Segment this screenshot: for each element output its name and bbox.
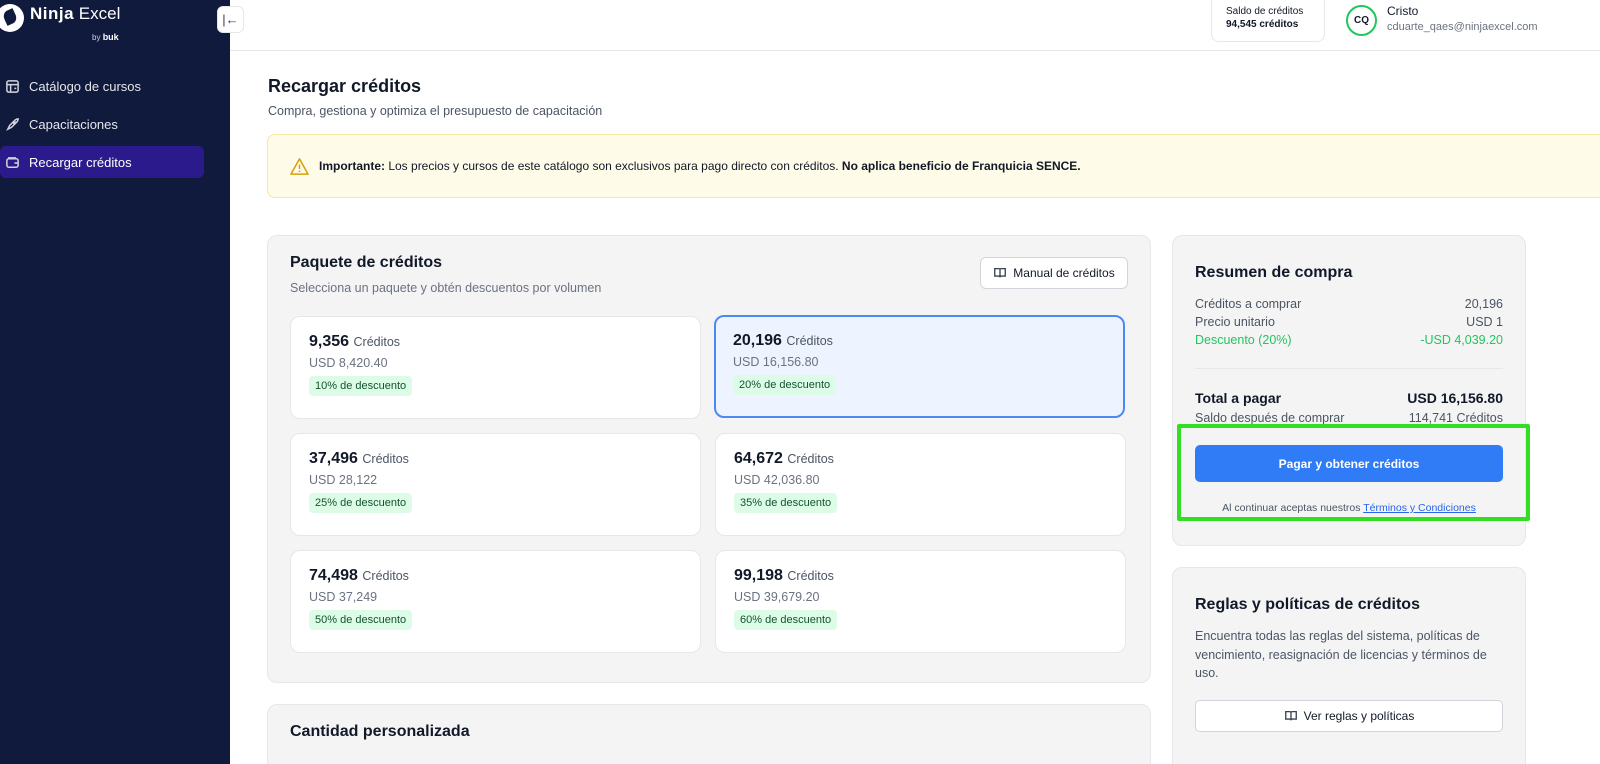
wallet-icon <box>4 154 20 170</box>
package-card[interactable]: 9,356 Créditos USD 8,420.40 10% de descu… <box>290 316 701 419</box>
rocket-icon <box>4 116 20 132</box>
user-name: Cristo <box>1387 4 1419 18</box>
sidebar-item-recargar[interactable]: Recargar créditos <box>0 146 204 178</box>
alert-text: Importante: Los precios y cursos de este… <box>319 159 1081 173</box>
discount-badge: 20% de descuento <box>733 375 837 395</box>
summary-title: Resumen de compra <box>1195 264 1353 281</box>
topbar: Saldo de créditos 94,545 créditos CQ Cri… <box>230 0 1600 51</box>
package-amount: 37,496 Créditos <box>309 450 409 467</box>
package-price: USD 37,249 <box>309 590 378 604</box>
rules-title: Reglas y políticas de créditos <box>1195 596 1420 613</box>
terms-notice: Al continuar aceptas nuestros Términos y… <box>1222 502 1476 514</box>
packages-title: Paquete de créditos <box>290 254 443 271</box>
avatar[interactable]: CQ <box>1346 5 1377 36</box>
balance-label: Saldo de créditos <box>1226 6 1304 17</box>
ninja-logo-icon <box>0 4 24 32</box>
custom-amount-panel: Cantidad personalizada <box>267 704 1151 764</box>
terms-link[interactable]: Términos y Condiciones <box>1363 502 1476 514</box>
rules-button-label: Ver reglas y políticas <box>1303 709 1415 723</box>
summary-row-unit-price: Precio unitario USD 1 <box>1195 315 1503 329</box>
summary-divider <box>1195 368 1503 369</box>
page-subtitle: Compra, gestiona y optimiza el presupues… <box>268 104 603 118</box>
collapse-icon: |← <box>222 12 239 27</box>
brand-name: Ninja Excel <box>30 4 121 23</box>
package-card[interactable]: 37,496 Créditos USD 28,122 25% de descue… <box>290 433 701 536</box>
package-amount: 9,356 Créditos <box>309 333 401 350</box>
package-card-selected[interactable]: 20,196 Créditos USD 16,156.80 20% de des… <box>714 315 1125 418</box>
credit-packages-panel: Paquete de créditos Selecciona un paquet… <box>267 235 1151 683</box>
package-amount: 99,198 Créditos <box>734 567 834 584</box>
package-price: USD 28,122 <box>309 473 378 487</box>
rules-description: Encuentra todas las reglas del sistema, … <box>1195 629 1487 680</box>
sidebar: Ninja Excel by buk Catálogo de cursos Ca… <box>0 0 230 764</box>
summary-row-credits: Créditos a comprar 20,196 <box>1195 297 1503 311</box>
brand-logo[interactable]: Ninja Excel by buk <box>0 2 120 42</box>
package-price: USD 39,679.20 <box>734 590 820 604</box>
package-amount: 64,672 Créditos <box>734 450 834 467</box>
book-icon <box>994 267 1007 278</box>
book-icon <box>1284 710 1297 721</box>
summary-balance-after: Saldo después de comprar 114,741 Créditos <box>1195 411 1503 425</box>
user-info[interactable]: Cristo cduarte_qaes@ninjaexcel.com <box>1387 4 1538 33</box>
package-card[interactable]: 74,498 Créditos USD 37,249 50% de descue… <box>290 550 701 653</box>
packages-subtitle: Selecciona un paquete y obtén descuentos… <box>290 281 602 295</box>
pay-button[interactable]: Pagar y obtener créditos <box>1195 445 1503 482</box>
brand-byline: by buk <box>92 32 119 42</box>
sidebar-item-label: Recargar créditos <box>29 154 132 170</box>
credit-balance: Saldo de créditos 94,545 créditos <box>1211 0 1325 42</box>
balance-value: 94,545 créditos <box>1226 19 1299 30</box>
discount-badge: 35% de descuento <box>734 493 838 513</box>
custom-amount-title: Cantidad personalizada <box>290 723 470 740</box>
summary-row-discount: Descuento (20%) -USD 4,039.20 <box>1195 333 1503 347</box>
discount-badge: 60% de descuento <box>734 610 838 630</box>
manual-label: Manual de créditos <box>1013 266 1115 280</box>
store-icon <box>4 78 20 94</box>
package-amount: 74,498 Créditos <box>309 567 409 584</box>
package-card[interactable]: 99,198 Créditos USD 39,679.20 60% de des… <box>715 550 1126 653</box>
package-price: USD 8,420.40 <box>309 356 388 370</box>
user-email: cduarte_qaes@ninjaexcel.com <box>1387 21 1538 33</box>
sidebar-item-catalogo[interactable]: Catálogo de cursos <box>0 70 210 102</box>
package-card[interactable]: 64,672 Créditos USD 42,036.80 35% de des… <box>715 433 1126 536</box>
summary-total: Total a pagar USD 16,156.80 <box>1195 390 1503 406</box>
page-title: Recargar créditos <box>268 76 422 96</box>
discount-badge: 50% de descuento <box>309 610 413 630</box>
collapse-sidebar-button[interactable]: |← <box>217 6 244 33</box>
sidebar-item-label: Capacitaciones <box>29 116 118 132</box>
view-rules-button[interactable]: Ver reglas y políticas <box>1195 700 1503 732</box>
discount-badge: 10% de descuento <box>309 376 413 396</box>
sidebar-item-label: Catálogo de cursos <box>29 78 142 94</box>
important-alert: Importante: Los precios y cursos de este… <box>267 134 1600 198</box>
package-price: USD 42,036.80 <box>734 473 820 487</box>
sidebar-item-capacitaciones[interactable]: Capacitaciones <box>0 108 210 140</box>
package-price: USD 16,156.80 <box>733 355 819 369</box>
sidebar-nav: Catálogo de cursos Capacitaciones Recarg… <box>0 70 210 184</box>
purchase-summary-panel: Resumen de compra Créditos a comprar 20,1… <box>1172 235 1526 546</box>
package-amount: 20,196 Créditos <box>733 332 833 349</box>
discount-badge: 25% de descuento <box>309 493 413 513</box>
credit-rules-panel: Reglas y políticas de créditos Encuentra… <box>1172 567 1526 764</box>
credits-manual-button[interactable]: Manual de créditos <box>980 257 1128 289</box>
warning-icon <box>290 157 309 175</box>
